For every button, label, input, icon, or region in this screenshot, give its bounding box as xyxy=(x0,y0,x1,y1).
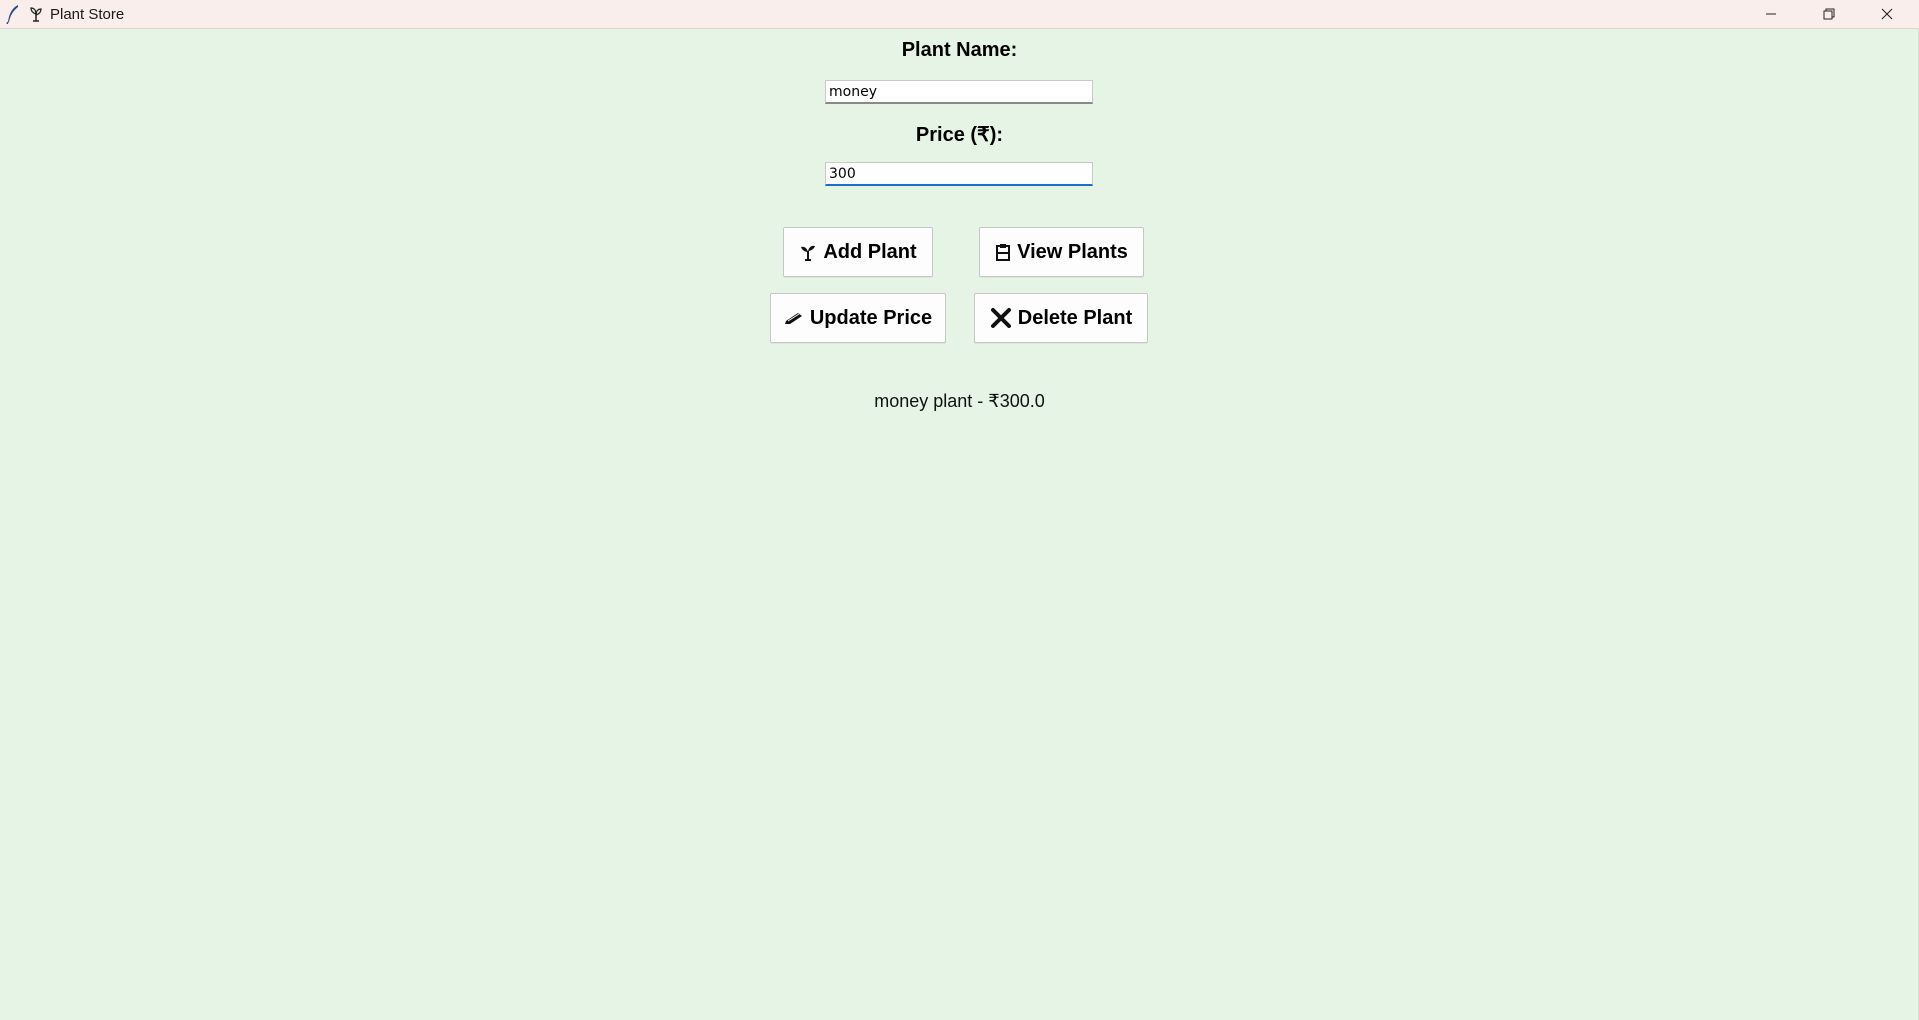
view-plants-label: View Plants xyxy=(1017,240,1128,263)
main-panel: Plant Name: Price (₹): Add Plant View Pl… xyxy=(0,29,1919,1020)
restore-button[interactable] xyxy=(1800,0,1858,28)
cross-icon xyxy=(990,307,1012,329)
price-label: Price (₹): xyxy=(915,124,1004,146)
plant-name-input[interactable] xyxy=(825,80,1093,104)
close-icon xyxy=(1881,8,1893,20)
update-price-label: Update Price xyxy=(809,306,933,329)
add-plant-label: Add Plant xyxy=(823,240,917,263)
pencil-icon xyxy=(784,311,804,325)
view-plants-button[interactable]: View Plants xyxy=(979,227,1144,277)
delete-plant-label: Delete Plant xyxy=(1017,306,1133,329)
title-bar: Plant Store xyxy=(0,0,1919,29)
minimize-icon xyxy=(1766,13,1776,15)
close-button[interactable] xyxy=(1858,0,1916,28)
feather-icon xyxy=(6,5,18,24)
plant-icon xyxy=(30,7,42,22)
restore-icon xyxy=(1823,8,1835,20)
plant-name-label: Plant Name: xyxy=(901,39,1018,61)
window-title: Plant Store xyxy=(50,6,125,23)
minimize-button[interactable] xyxy=(1742,0,1800,28)
seedling-icon xyxy=(799,243,817,261)
result-text: money plant - ₹300.0 xyxy=(874,391,1045,411)
clipboard-icon xyxy=(995,243,1011,261)
add-plant-button[interactable]: Add Plant xyxy=(783,227,933,277)
update-price-button[interactable]: Update Price xyxy=(770,293,946,343)
delete-plant-button[interactable]: Delete Plant xyxy=(974,293,1148,343)
price-input[interactable] xyxy=(825,162,1093,186)
